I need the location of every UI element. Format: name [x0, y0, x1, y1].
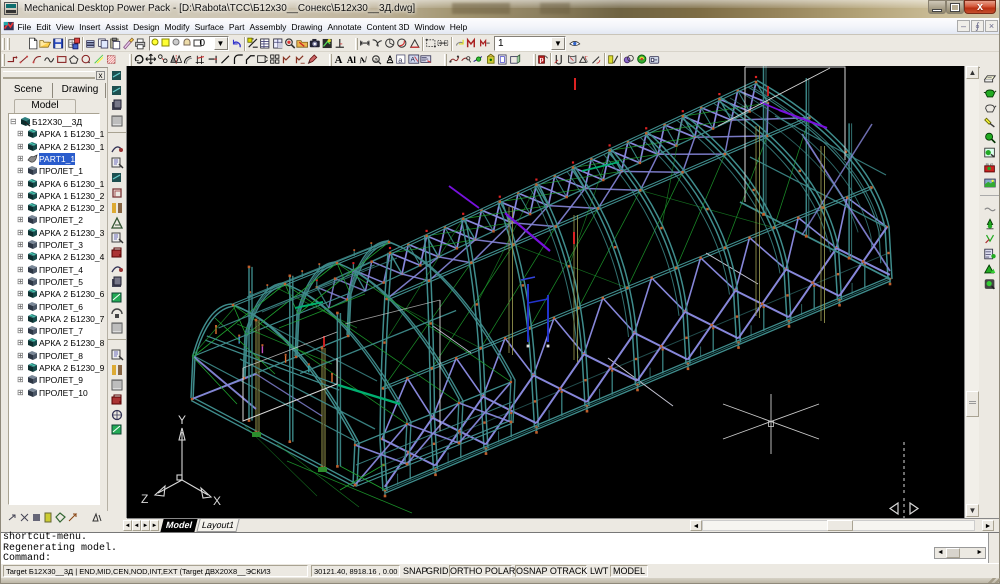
svg-text:Z: Z [141, 492, 148, 506]
svg-text:X: X [213, 494, 221, 508]
svg-text:A/: A/ [358, 55, 369, 66]
svg-text:Г: Г [585, 56, 589, 62]
svg-text:p: p [539, 57, 543, 64]
svg-text:A: A [410, 57, 415, 64]
svg-text:RUG: RUG [986, 163, 994, 167]
svg-text:♙: ♙ [385, 55, 394, 66]
svg-text:Al: Al [347, 55, 357, 65]
svg-text:Y: Y [178, 413, 186, 427]
svg-text:a: a [374, 57, 378, 64]
svg-text:A: A [335, 54, 343, 66]
